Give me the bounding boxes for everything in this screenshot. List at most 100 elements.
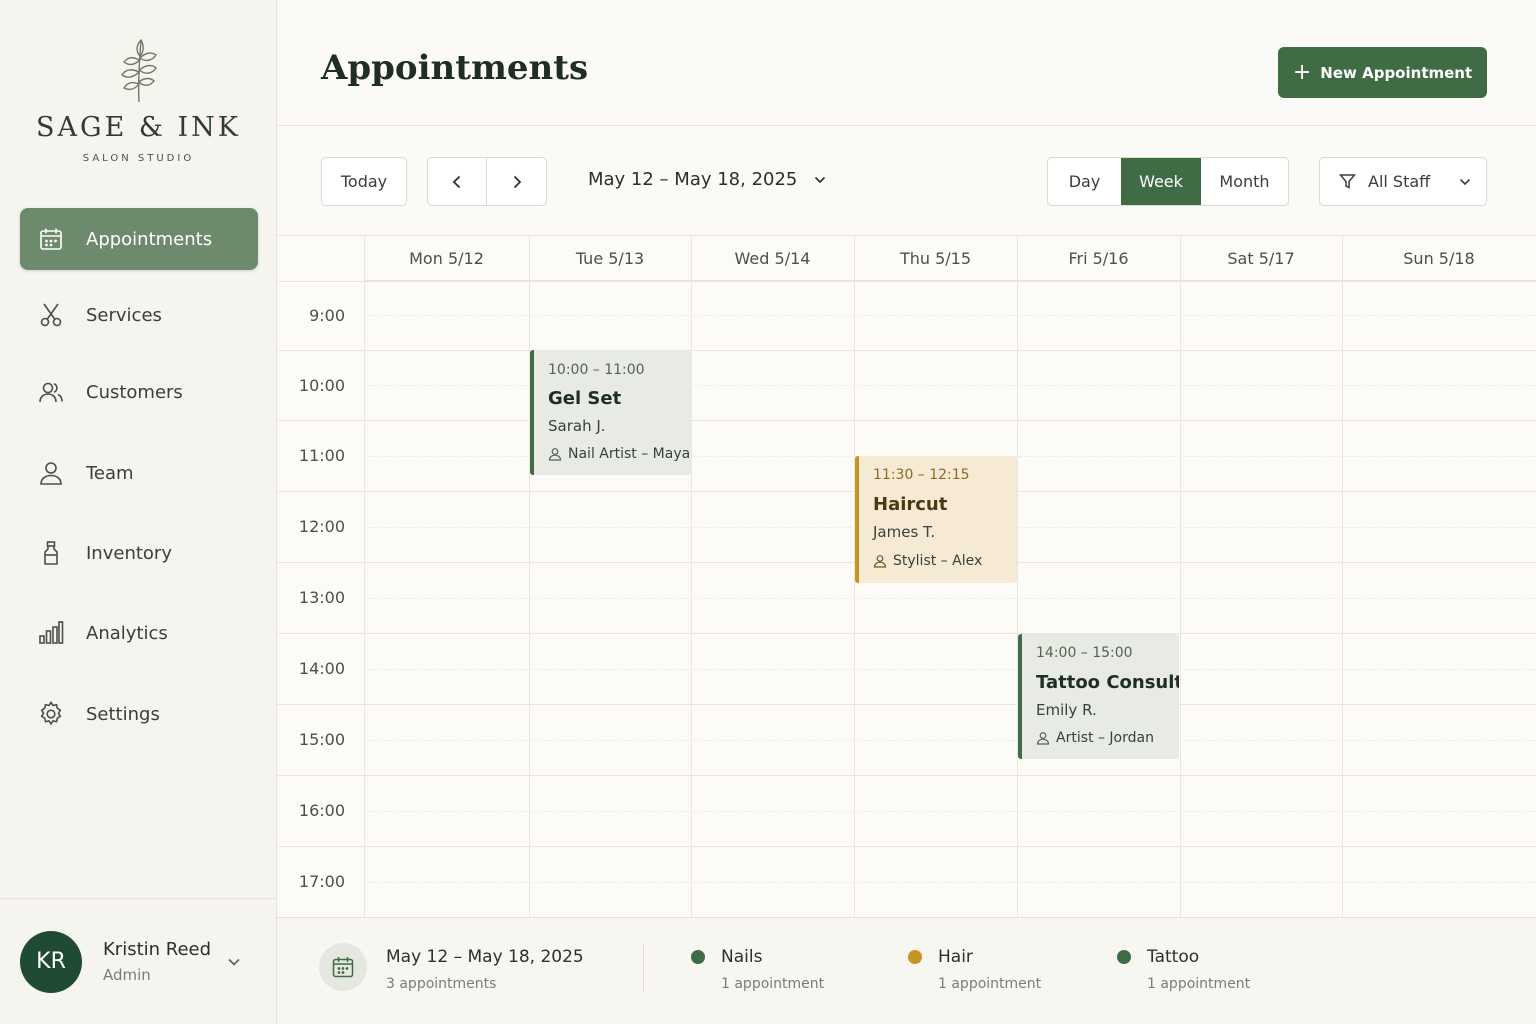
- sidebar-item-team[interactable]: Team: [20, 442, 258, 504]
- time-label: 15:00: [298, 730, 345, 749]
- appointment-title: Haircut: [873, 494, 948, 515]
- time-label: 13:00: [298, 588, 345, 607]
- page-header: Appointments + New Appointment: [277, 0, 1536, 126]
- time-label: 10:00: [298, 376, 345, 395]
- user-icon: [1036, 732, 1050, 745]
- appointment-title: Tattoo Consult: [1036, 672, 1179, 693]
- day-header-thu: Thu 5/15: [854, 236, 1017, 281]
- appointment-staff-label: Nail Artist – Maya: [568, 446, 691, 462]
- category-count: 1 appointment: [938, 976, 1042, 992]
- appointment-client: Sarah J.: [548, 417, 606, 435]
- grid-line: [277, 350, 1536, 351]
- user-icon: [38, 460, 64, 486]
- user-profile[interactable]: KR Kristin Reed Admin: [0, 898, 277, 1024]
- user-icon: [873, 555, 887, 568]
- staff-filter-dropdown[interactable]: All Staff: [1319, 157, 1487, 206]
- new-appointment-button[interactable]: + New Appointment: [1278, 47, 1487, 98]
- grid-line: [1017, 236, 1018, 917]
- prev-week-button[interactable]: [428, 158, 488, 205]
- chevron-down-icon[interactable]: [226, 954, 242, 970]
- appointment-staff: Artist – Jordan: [1036, 730, 1154, 746]
- chevron-down-icon: [1460, 178, 1471, 185]
- view-day-button[interactable]: Day: [1048, 158, 1121, 205]
- time-label: 14:00: [298, 659, 345, 678]
- next-week-button[interactable]: [487, 158, 546, 205]
- sidebar-item-label: Team: [86, 462, 134, 484]
- appointment-gel-set[interactable]: 10:00 – 11:00 Gel Set Sarah J. Nail Arti…: [530, 350, 691, 475]
- sidebar-item-label: Appointments: [86, 228, 213, 250]
- gear-icon: [38, 701, 64, 727]
- appointment-staff-label: Artist – Jordan: [1056, 730, 1154, 746]
- category-dot: [908, 950, 922, 964]
- time-label: 16:00: [298, 801, 345, 820]
- grid-line: [364, 315, 1536, 316]
- appointment-haircut[interactable]: 11:30 – 12:15 Haircut James T. Stylist –…: [855, 456, 1017, 583]
- grid-line: [364, 669, 1536, 670]
- appointment-staff: Nail Artist – Maya: [548, 446, 690, 462]
- sidebar-item-label: Services: [86, 304, 162, 326]
- day-header-sun: Sun 5/18: [1342, 236, 1536, 281]
- day-header-tue: Tue 5/13: [529, 236, 691, 281]
- appointment-time: 10:00 – 11:00: [548, 362, 645, 378]
- grid-line: [277, 846, 1536, 847]
- date-range-label: May 12 – May 18, 2025: [588, 169, 798, 190]
- view-week-button[interactable]: Week: [1121, 158, 1201, 205]
- sidebar: SAGE & INK SALON STUDIO Appointments Ser…: [0, 0, 277, 1024]
- sidebar-item-inventory[interactable]: Inventory: [20, 522, 258, 584]
- appointment-tattoo-consult[interactable]: 14:00 – 15:00 Tattoo Consult Emily R. Ar…: [1018, 634, 1179, 759]
- brand-logo: SAGE & INK SALON STUDIO: [0, 36, 277, 164]
- grid-line: [277, 775, 1536, 776]
- date-range-picker[interactable]: May 12 – May 18, 2025: [588, 169, 827, 190]
- grid-line: [1342, 236, 1343, 917]
- view-toggle: Day Week Month: [1047, 157, 1289, 206]
- week-nav-group: [427, 157, 547, 206]
- view-month-button[interactable]: Month: [1201, 158, 1288, 205]
- users-icon: [38, 379, 64, 405]
- appointment-time: 14:00 – 15:00: [1036, 645, 1133, 661]
- bar-chart-icon: [38, 620, 64, 646]
- new-appointment-label: New Appointment: [1320, 63, 1473, 82]
- appointment-staff: Stylist – Alex: [873, 553, 982, 569]
- avatar: KR: [20, 930, 82, 993]
- chevron-right-icon: [513, 175, 521, 188]
- scissors-icon: [38, 302, 64, 328]
- grid-line: [364, 740, 1536, 741]
- day-header-mon: Mon 5/12: [364, 236, 529, 281]
- category-dot: [1117, 950, 1131, 964]
- user-icon: [548, 448, 562, 461]
- time-label: 11:00: [298, 446, 345, 465]
- category-count: 1 appointment: [721, 976, 825, 992]
- filter-icon: [1339, 174, 1356, 189]
- time-label: 12:00: [298, 517, 345, 536]
- sidebar-item-label: Analytics: [86, 622, 168, 644]
- today-button[interactable]: Today: [321, 157, 407, 206]
- sidebar-item-label: Inventory: [86, 542, 172, 564]
- calendar-icon: [38, 226, 64, 252]
- grid-line: [1180, 236, 1181, 917]
- grid-line: [277, 420, 1536, 421]
- sidebar-item-services[interactable]: Services: [20, 284, 258, 346]
- appointment-title: Gel Set: [548, 388, 622, 409]
- day-header-wed: Wed 5/14: [691, 236, 854, 281]
- week-calendar: Mon 5/12 Tue 5/13 Wed 5/14 Thu 5/15 Fri …: [277, 235, 1536, 917]
- summary-range: May 12 – May 18, 2025: [386, 947, 584, 967]
- sidebar-item-customers[interactable]: Customers: [20, 361, 258, 423]
- chevron-left-icon: [452, 175, 461, 188]
- grid-line: [691, 236, 692, 917]
- grid-line: [364, 882, 1536, 883]
- category-name: Hair: [938, 947, 973, 967]
- day-header-fri: Fri 5/16: [1017, 236, 1180, 281]
- day-header-sat: Sat 5/17: [1180, 236, 1342, 281]
- chevron-down-icon: [815, 176, 826, 183]
- bottle-icon: [38, 540, 64, 566]
- summary-count: 3 appointments: [386, 976, 497, 992]
- appointment-client: Emily R.: [1036, 701, 1097, 719]
- divider: [643, 943, 644, 993]
- grid-line: [364, 236, 365, 917]
- plus-icon: +: [1292, 59, 1312, 85]
- time-label: 9:00: [309, 306, 345, 325]
- grid-line: [277, 281, 1536, 282]
- sidebar-item-appointments[interactable]: Appointments: [20, 208, 258, 270]
- sidebar-item-settings[interactable]: Settings: [20, 683, 258, 745]
- sidebar-item-analytics[interactable]: Analytics: [20, 602, 258, 664]
